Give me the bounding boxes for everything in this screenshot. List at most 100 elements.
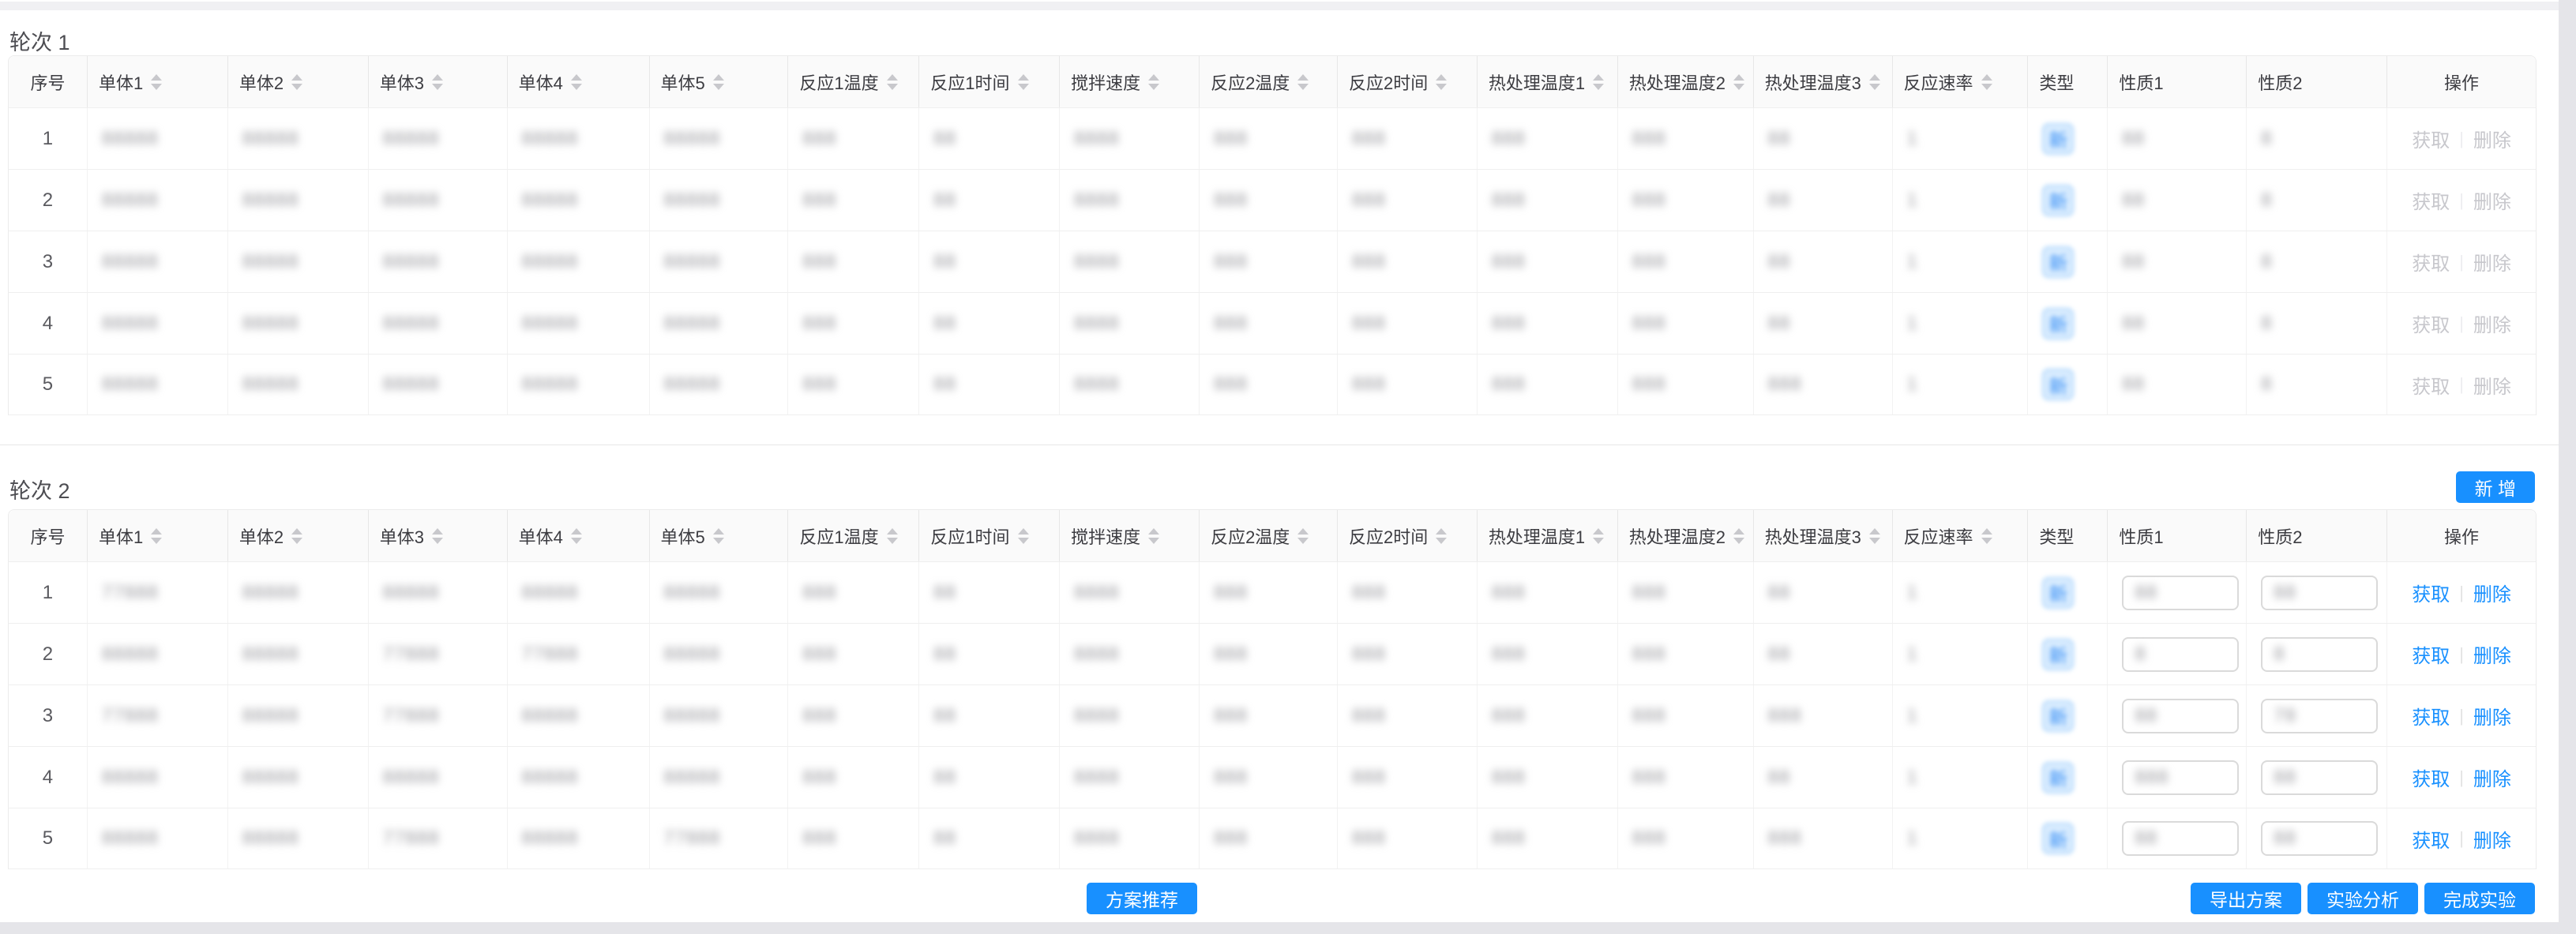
col-header-reaction-rate[interactable]: 反应速率 (1893, 56, 2029, 107)
get-action-link[interactable]: 获取 (2412, 640, 2450, 668)
masked-value: 1 (1907, 643, 1918, 666)
col-header-reaction1-time[interactable]: 反应1时间 (919, 510, 1060, 561)
sort-icon[interactable] (1593, 528, 1604, 544)
col-header-monomer4[interactable]: 单体4 (508, 56, 650, 107)
get-action-link[interactable]: 获取 (2412, 763, 2450, 791)
col-header-monomer1[interactable]: 单体1 (88, 510, 228, 561)
table-header-row: 序号单体1单体2单体3单体4单体5反应1温度反应1时间搅拌速度反应2温度反应2时… (9, 510, 2536, 561)
col-header-monomer2[interactable]: 单体2 (228, 56, 369, 107)
recommend-plan-button[interactable]: 方案推荐 (1087, 883, 1197, 914)
prop1-input[interactable]: 8 (2122, 637, 2239, 672)
col-header-monomer3[interactable]: 单体3 (369, 510, 508, 561)
col-header-heat-temp2[interactable]: 热处理温度2 (1618, 510, 1754, 561)
sort-icon[interactable] (1297, 74, 1309, 90)
col-header-heat-temp3[interactable]: 热处理温度3 (1754, 56, 1893, 107)
cell-prop2: 8 (2247, 108, 2387, 169)
prop1-input[interactable]: 88 (2122, 699, 2239, 733)
delete-action-link[interactable]: 删除 (2473, 825, 2511, 853)
get-action-link[interactable]: 获取 (2412, 825, 2450, 853)
sort-icon[interactable] (1869, 74, 1880, 90)
col-header-reaction2-time[interactable]: 反应2时间 (1338, 56, 1478, 107)
masked-value: 8888 (1074, 251, 1119, 273)
get-action-link[interactable]: 获取 (2412, 579, 2450, 606)
prop2-input[interactable]: 88 (2261, 821, 2378, 856)
masked-value: 8888 (1074, 705, 1119, 727)
prop2-input[interactable]: 78 (2261, 699, 2378, 733)
add-row-button[interactable]: 新 增 (2456, 471, 2535, 503)
prop2-input[interactable]: 88 (2261, 760, 2378, 795)
col-header-heat-temp2[interactable]: 热处理温度2 (1618, 56, 1754, 107)
col-header-reaction2-temp[interactable]: 反应2温度 (1200, 56, 1338, 107)
masked-value: 88888 (664, 705, 721, 727)
sort-icon[interactable] (1869, 528, 1880, 544)
sort-icon[interactable] (1148, 74, 1159, 90)
cell-monomer3: 77888 (369, 808, 508, 868)
sort-icon[interactable] (432, 528, 443, 544)
sort-icon[interactable] (1436, 74, 1447, 90)
sort-icon[interactable] (1981, 528, 1992, 544)
delete-action-link[interactable]: 删除 (2473, 640, 2511, 668)
caret-up-icon (887, 74, 898, 81)
sort-icon[interactable] (1018, 74, 1029, 90)
prop2-input[interactable]: 88 (2261, 576, 2378, 610)
sort-icon[interactable] (1733, 528, 1744, 544)
prop1-input[interactable]: 88 (2122, 576, 2239, 610)
col-header-monomer1[interactable]: 单体1 (88, 56, 228, 107)
sort-icon[interactable] (713, 74, 724, 90)
col-header-reaction-rate[interactable]: 反应速率 (1893, 510, 2029, 561)
sort-icon[interactable] (151, 528, 162, 544)
cell-reaction-rate: 1 (1893, 354, 2029, 414)
prop2-input[interactable]: 8 (2261, 637, 2378, 672)
sort-icon[interactable] (571, 74, 582, 90)
sort-icon[interactable] (887, 74, 898, 90)
get-action-link[interactable]: 获取 (2412, 702, 2450, 730)
sort-icon[interactable] (1436, 528, 1447, 544)
sort-icon[interactable] (291, 74, 302, 90)
delete-action-link[interactable]: 删除 (2473, 579, 2511, 606)
masked-value: 88888 (102, 313, 159, 335)
col-header-reaction2-temp[interactable]: 反应2温度 (1200, 510, 1338, 561)
sort-icon[interactable] (1297, 528, 1309, 544)
col-header-stir-speed[interactable]: 搅拌速度 (1060, 510, 1200, 561)
col-header-monomer2[interactable]: 单体2 (228, 510, 369, 561)
col-header-heat-temp1[interactable]: 热处理温度1 (1478, 510, 1618, 561)
masked-value: 88 (933, 313, 956, 335)
cell-monomer1: 88888 (88, 108, 228, 169)
cell-monomer2: 88888 (228, 354, 369, 414)
col-header-heat-temp1[interactable]: 热处理温度1 (1478, 56, 1618, 107)
col-header-reaction1-time[interactable]: 反应1时间 (919, 56, 1060, 107)
sort-icon[interactable] (713, 528, 724, 544)
col-header-monomer5[interactable]: 单体5 (650, 510, 789, 561)
sort-icon[interactable] (291, 528, 302, 544)
col-header-reaction2-time[interactable]: 反应2时间 (1338, 510, 1478, 561)
col-header-heat-temp3[interactable]: 热处理温度3 (1754, 510, 1893, 561)
masked-value: 8 (2261, 373, 2272, 396)
sort-icon[interactable] (1733, 74, 1744, 90)
col-header-monomer5[interactable]: 单体5 (650, 56, 789, 107)
col-header-monomer4[interactable]: 单体4 (508, 510, 650, 561)
export-plan-button[interactable]: 导出方案 (2191, 883, 2301, 914)
sort-icon[interactable] (1981, 74, 1992, 90)
cell-heat-temp1: 888 (1478, 808, 1618, 868)
delete-action-link[interactable]: 删除 (2473, 763, 2511, 791)
sort-icon[interactable] (1593, 74, 1604, 90)
sort-icon[interactable] (887, 528, 898, 544)
action-divider: | (2459, 644, 2464, 665)
col-header-stir-speed[interactable]: 搅拌速度 (1060, 56, 1200, 107)
col-header-reaction1-temp[interactable]: 反应1温度 (788, 510, 919, 561)
delete-action-link[interactable]: 删除 (2473, 702, 2511, 730)
cell-op: 获取|删除 (2387, 562, 2536, 623)
prop1-input[interactable]: 88 (2122, 821, 2239, 856)
sort-icon[interactable] (151, 74, 162, 90)
sort-icon[interactable] (1018, 528, 1029, 544)
prop1-input[interactable]: 888 (2122, 760, 2239, 795)
sort-icon[interactable] (1148, 528, 1159, 544)
col-header-reaction1-temp[interactable]: 反应1温度 (788, 56, 919, 107)
cell-reaction1-time: 88 (919, 231, 1060, 292)
col-header-monomer3[interactable]: 单体3 (369, 56, 508, 107)
cell-monomer1: 88888 (88, 231, 228, 292)
sort-icon[interactable] (571, 528, 582, 544)
experiment-analysis-button[interactable]: 实验分析 (2308, 883, 2418, 914)
complete-experiment-button[interactable]: 完成实验 (2424, 883, 2535, 914)
sort-icon[interactable] (432, 74, 443, 90)
